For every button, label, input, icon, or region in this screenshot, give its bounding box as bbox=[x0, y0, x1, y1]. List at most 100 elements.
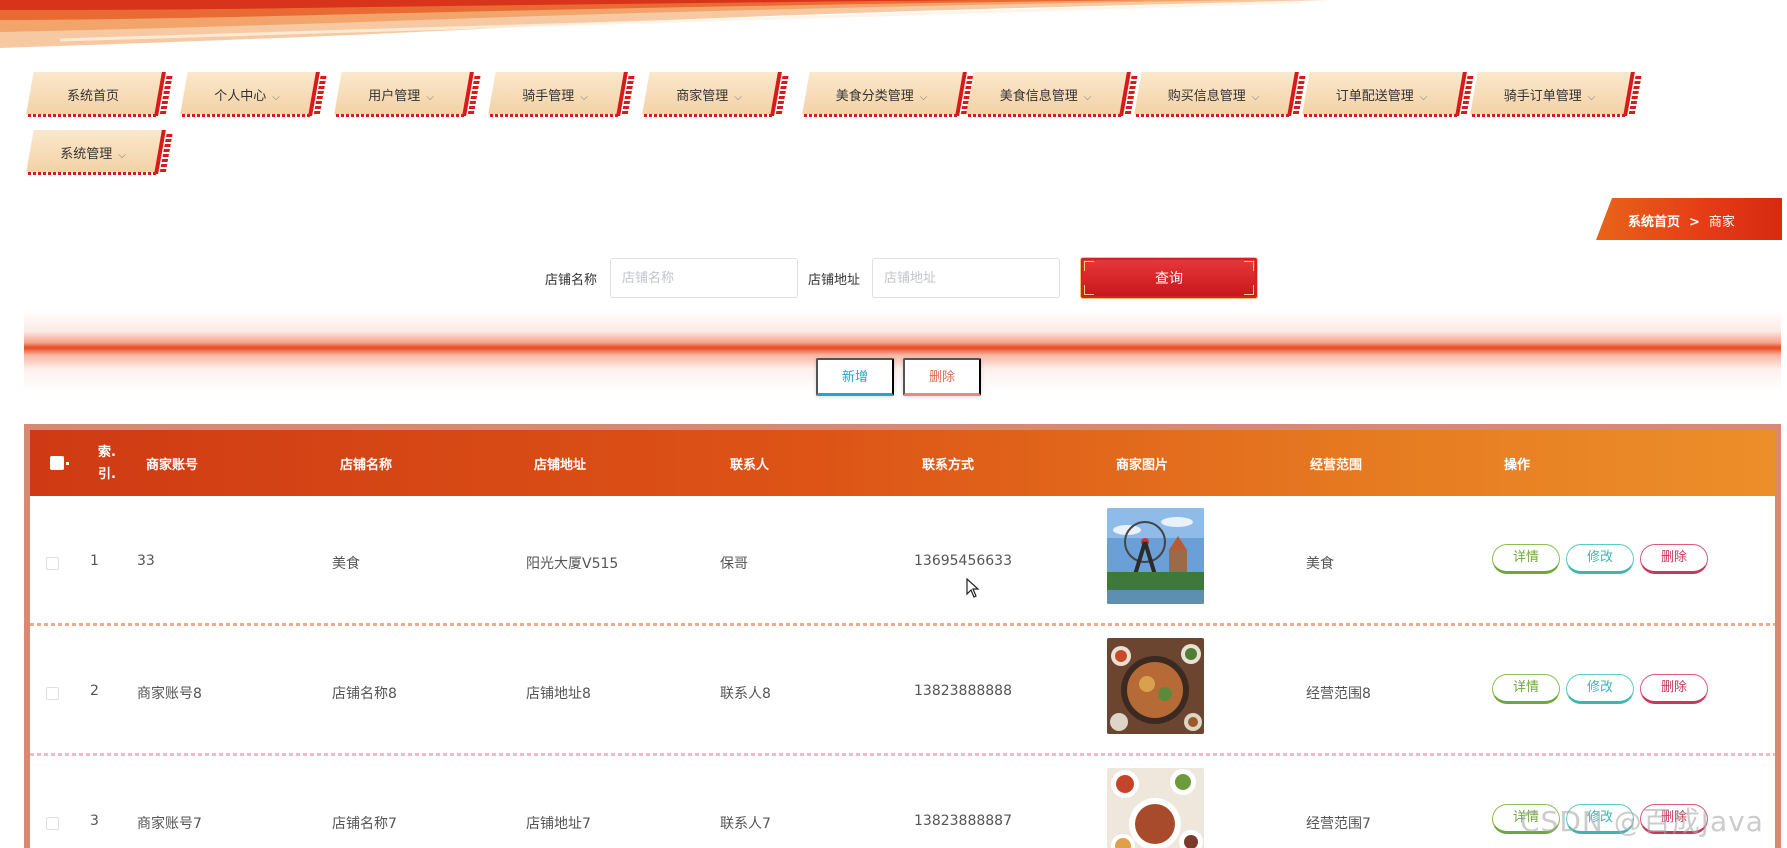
shop-name-input[interactable] bbox=[610, 258, 798, 298]
shop-name-label: 店铺名称 bbox=[545, 273, 598, 288]
nav-item-label: 系统管理 bbox=[60, 147, 113, 162]
nav-base-dots bbox=[804, 114, 959, 117]
nav-label: 个人中心 ⌵ bbox=[178, 85, 316, 104]
detail-button[interactable]: 详情 bbox=[1492, 674, 1560, 704]
checkbox-dot bbox=[66, 462, 69, 465]
header-merchant-image: 商家图片 bbox=[1116, 458, 1169, 473]
cell-account: 商家账号8 bbox=[137, 686, 202, 702]
select-all-checkbox[interactable] bbox=[50, 456, 64, 470]
breadcrumb-home[interactable]: 系统首页 bbox=[1628, 215, 1680, 230]
query-button-label: 查询 bbox=[1155, 271, 1183, 287]
nav-base-dots bbox=[1136, 114, 1291, 117]
nav-label: 商家管理 ⌵ bbox=[640, 85, 778, 104]
detail-button[interactable]: 详情 bbox=[1492, 544, 1560, 574]
breadcrumb-current: 商家 bbox=[1708, 215, 1735, 230]
nav-base-dots bbox=[1472, 114, 1627, 117]
nav-item-delivery-order-management[interactable]: 订单配送管理 ⌵ bbox=[1300, 72, 1474, 117]
nav-label: 骑手管理 ⌵ bbox=[486, 85, 624, 104]
header-merchant-account: 商家账号 bbox=[146, 458, 199, 473]
table-header: 索. 引. 商家账号 店铺名称 店铺地址 联系人 联系方式 商家图片 经营范围 … bbox=[30, 430, 1775, 496]
nav-base-dots bbox=[644, 114, 774, 117]
nav-item-user-management[interactable]: 用户管理 ⌵ bbox=[332, 72, 481, 117]
nav-base-dots bbox=[182, 114, 312, 117]
header-business-scope: 经营范围 bbox=[1310, 458, 1363, 473]
cell-shop-name: 店铺名称7 bbox=[332, 816, 397, 832]
header-banner bbox=[0, 0, 1330, 48]
cell-contact: 联系人7 bbox=[720, 816, 771, 832]
header-index-line: 索. bbox=[98, 445, 116, 460]
row-checkbox[interactable] bbox=[46, 687, 59, 700]
amusement-park-photo bbox=[1107, 508, 1204, 604]
page: 系统首页 个人中心 ⌵ 用户管理 ⌵ 骑手管理 ⌵ 商家管理 ⌵ 美食分类管理 … bbox=[0, 0, 1787, 848]
nav-label: 美食信息管理 ⌵ bbox=[964, 85, 1127, 104]
row-checkbox[interactable] bbox=[46, 817, 59, 830]
merchant-image-food-platter[interactable] bbox=[1107, 638, 1204, 734]
nav-label: 订单配送管理 ⌵ bbox=[1300, 85, 1463, 104]
shop-address-label: 店铺地址 bbox=[808, 273, 861, 288]
nav-item-label: 商家管理 bbox=[676, 89, 729, 104]
mouse-cursor-icon bbox=[966, 578, 980, 598]
nav-item-label: 用户管理 bbox=[368, 89, 421, 104]
row-checkbox[interactable] bbox=[46, 557, 59, 570]
chevron-down-icon: ⌵ bbox=[919, 92, 928, 103]
chevron-down-icon: ⌵ bbox=[426, 92, 434, 103]
nav-base-dots bbox=[490, 114, 620, 117]
chevron-down-icon: ⌵ bbox=[734, 92, 742, 103]
chevron-down-icon: ⌵ bbox=[1587, 92, 1596, 103]
cell-account: 33 bbox=[137, 553, 155, 569]
header-shop-name: 店铺名称 bbox=[340, 458, 393, 473]
chevron-down-icon: ⌵ bbox=[1251, 92, 1260, 103]
nav-item-label: 美食分类管理 bbox=[835, 89, 914, 104]
nav-item-food-category-management[interactable]: 美食分类管理 ⌵ bbox=[800, 72, 974, 117]
delete-button[interactable]: 删除 bbox=[903, 358, 981, 396]
nav-label: 系统管理 ⌵ bbox=[24, 143, 162, 162]
cell-phone: 13823888888 bbox=[914, 683, 1012, 699]
chevron-down-icon: ⌵ bbox=[1419, 92, 1428, 103]
header-index-line: 引. bbox=[98, 467, 116, 482]
edit-button[interactable]: 修改 bbox=[1566, 674, 1634, 704]
nav-item-home[interactable]: 系统首页 bbox=[24, 72, 173, 117]
chevron-down-icon: ⌵ bbox=[118, 150, 126, 161]
nav-label: 美食分类管理 ⌵ bbox=[800, 85, 963, 104]
nav-base-dots bbox=[968, 114, 1123, 117]
nav-item-food-info-management[interactable]: 美食信息管理 ⌵ bbox=[964, 72, 1138, 117]
chevron-down-icon: ⌵ bbox=[580, 92, 588, 103]
merchant-image-amusement-park[interactable] bbox=[1107, 508, 1204, 604]
nav-item-merchant-management[interactable]: 商家管理 ⌵ bbox=[640, 72, 789, 117]
cell-index: 3 bbox=[90, 813, 99, 829]
header-actions: 操作 bbox=[1504, 458, 1531, 473]
nav-item-purchase-info-management[interactable]: 购买信息管理 ⌵ bbox=[1132, 72, 1306, 117]
add-button[interactable]: 新增 bbox=[816, 358, 894, 396]
header-contact: 联系人 bbox=[730, 458, 770, 473]
corner-ornament bbox=[1084, 261, 1094, 271]
nav-item-label: 购买信息管理 bbox=[1167, 89, 1246, 104]
merchant-image-dishes[interactable] bbox=[1107, 768, 1204, 848]
nav-base-dots bbox=[1304, 114, 1459, 117]
nav-base-dots bbox=[28, 172, 158, 175]
nav-item-label: 骑手订单管理 bbox=[1503, 89, 1582, 104]
header-index: 索. 引. bbox=[98, 442, 116, 486]
nav-label: 购买信息管理 ⌵ bbox=[1132, 85, 1295, 104]
edit-button[interactable]: 修改 bbox=[1566, 544, 1634, 574]
row-delete-button[interactable]: 删除 bbox=[1640, 674, 1708, 704]
breadcrumb: 系统首页 > 商家 bbox=[1596, 198, 1782, 240]
nav-item-personal-center[interactable]: 个人中心 ⌵ bbox=[178, 72, 327, 117]
nav-item-system-management[interactable]: 系统管理 ⌵ bbox=[24, 130, 173, 175]
row-delete-button[interactable]: 删除 bbox=[1640, 544, 1708, 574]
cell-shop-name: 美食 bbox=[332, 556, 360, 572]
food-platter-photo bbox=[1107, 638, 1204, 734]
corner-ornament bbox=[1084, 285, 1094, 295]
corner-ornament bbox=[1244, 261, 1254, 271]
cell-address: 店铺地址7 bbox=[526, 816, 591, 832]
chevron-down-icon: ⌵ bbox=[1083, 92, 1092, 103]
nav-item-label: 系统首页 bbox=[66, 89, 119, 104]
shop-address-input[interactable] bbox=[872, 258, 1060, 298]
cell-shop-name: 店铺名称8 bbox=[332, 686, 397, 702]
nav-item-rider-management[interactable]: 骑手管理 ⌵ bbox=[486, 72, 635, 117]
nav-item-label: 订单配送管理 bbox=[1335, 89, 1414, 104]
nav-item-rider-order-management[interactable]: 骑手订单管理 ⌵ bbox=[1468, 72, 1642, 117]
query-button[interactable]: 查询 bbox=[1080, 257, 1258, 299]
cell-scope: 经营范围7 bbox=[1306, 816, 1371, 832]
nav-base-dots bbox=[336, 114, 466, 117]
breadcrumb-separator: > bbox=[1689, 215, 1700, 230]
